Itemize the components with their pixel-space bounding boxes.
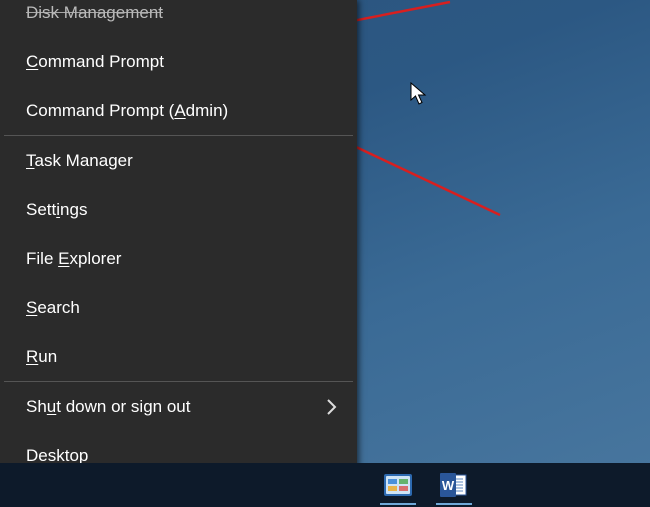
menu-item-run[interactable]: Run (0, 332, 357, 381)
taskbar: W (0, 463, 650, 507)
chevron-right-icon (326, 398, 337, 416)
svg-text:W: W (442, 478, 455, 493)
menu-item-label: Run (26, 347, 57, 367)
menu-item-label: Settings (26, 200, 87, 220)
menu-item-label: Command Prompt (Admin) (26, 101, 228, 121)
menu-item-task-manager[interactable]: Task Manager (0, 136, 357, 185)
menu-item-label: File Explorer (26, 249, 121, 269)
menu-item-settings[interactable]: Settings (0, 185, 357, 234)
menu-item-command-prompt[interactable]: Command Prompt (0, 37, 357, 86)
menu-item-label: Search (26, 298, 80, 318)
menu-item-label: Disk Management (26, 3, 163, 23)
menu-item-command-prompt-admin[interactable]: Command Prompt (Admin) (0, 86, 357, 135)
taskbar-app-control-panel[interactable] (378, 467, 418, 503)
menu-item-search[interactable]: Search (0, 283, 357, 332)
menu-item-file-explorer[interactable]: File Explorer (0, 234, 357, 283)
menu-item-shut-down[interactable]: Shut down or sign out (0, 382, 357, 431)
taskbar-app-word[interactable]: W (434, 467, 474, 503)
menu-item-label: Task Manager (26, 151, 133, 171)
menu-item-label: Shut down or sign out (26, 397, 190, 417)
menu-item-label: Command Prompt (26, 52, 164, 72)
menu-item-disk-management[interactable]: Disk Management (0, 0, 357, 37)
winx-menu: Disk Management Command Prompt Command Pro… (0, 0, 357, 491)
